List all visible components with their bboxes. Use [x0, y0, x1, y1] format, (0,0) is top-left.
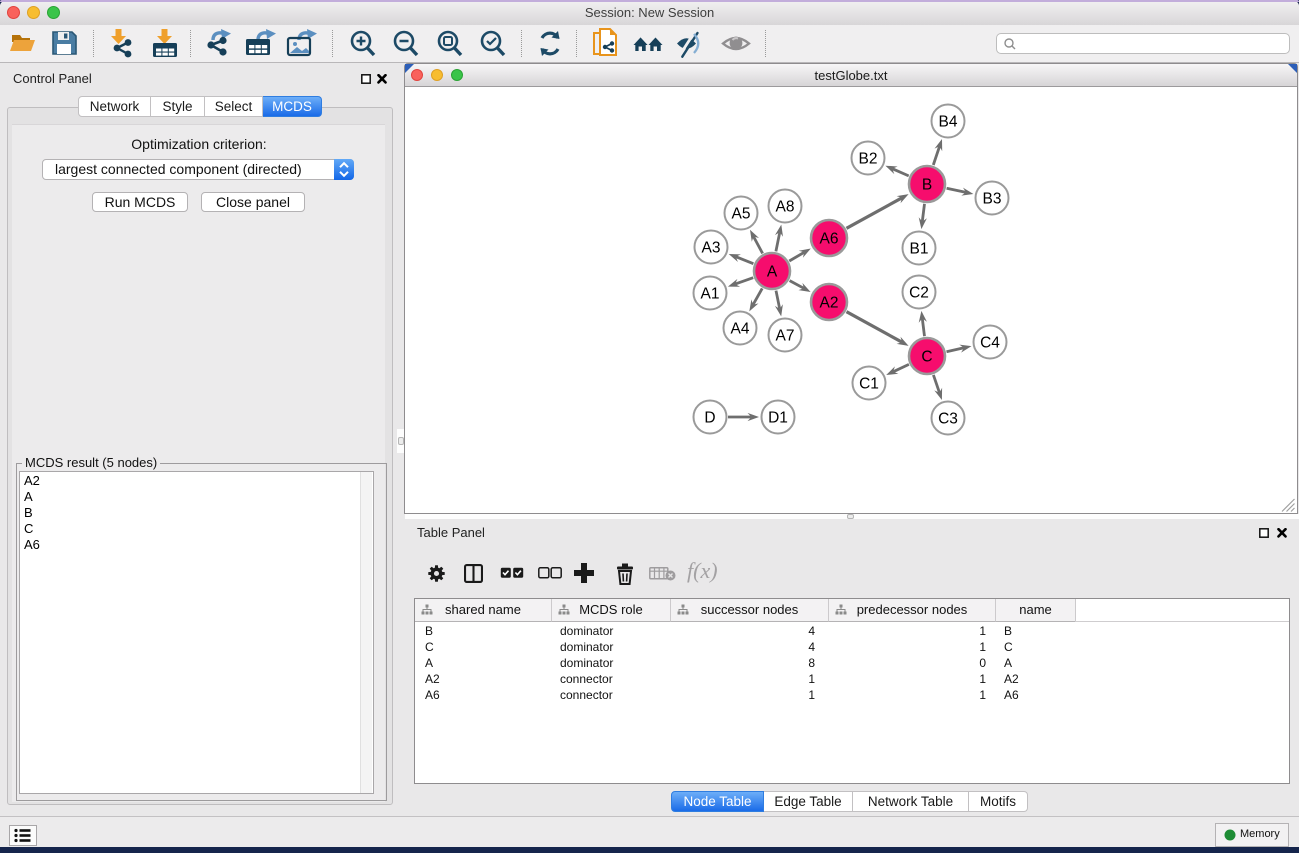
svg-text:A7: A7	[776, 328, 795, 345]
svg-text:C: C	[921, 349, 932, 366]
svg-text:A2: A2	[820, 295, 839, 312]
svg-text:A4: A4	[731, 321, 750, 338]
svg-text:A5: A5	[732, 206, 751, 223]
svg-text:B4: B4	[939, 114, 958, 131]
svg-text:B: B	[922, 177, 932, 194]
svg-text:D: D	[704, 410, 715, 427]
svg-text:B2: B2	[859, 151, 878, 168]
svg-text:A1: A1	[701, 286, 720, 303]
svg-text:A6: A6	[820, 231, 839, 248]
svg-text:B1: B1	[910, 241, 929, 258]
svg-text:C2: C2	[909, 285, 929, 302]
svg-text:A8: A8	[776, 199, 795, 216]
svg-text:B3: B3	[983, 191, 1002, 208]
svg-text:A3: A3	[702, 240, 721, 257]
svg-text:C1: C1	[859, 376, 879, 393]
svg-text:D1: D1	[768, 410, 788, 427]
svg-text:C3: C3	[938, 411, 958, 428]
svg-text:A: A	[767, 264, 778, 281]
svg-text:C4: C4	[980, 335, 1000, 352]
